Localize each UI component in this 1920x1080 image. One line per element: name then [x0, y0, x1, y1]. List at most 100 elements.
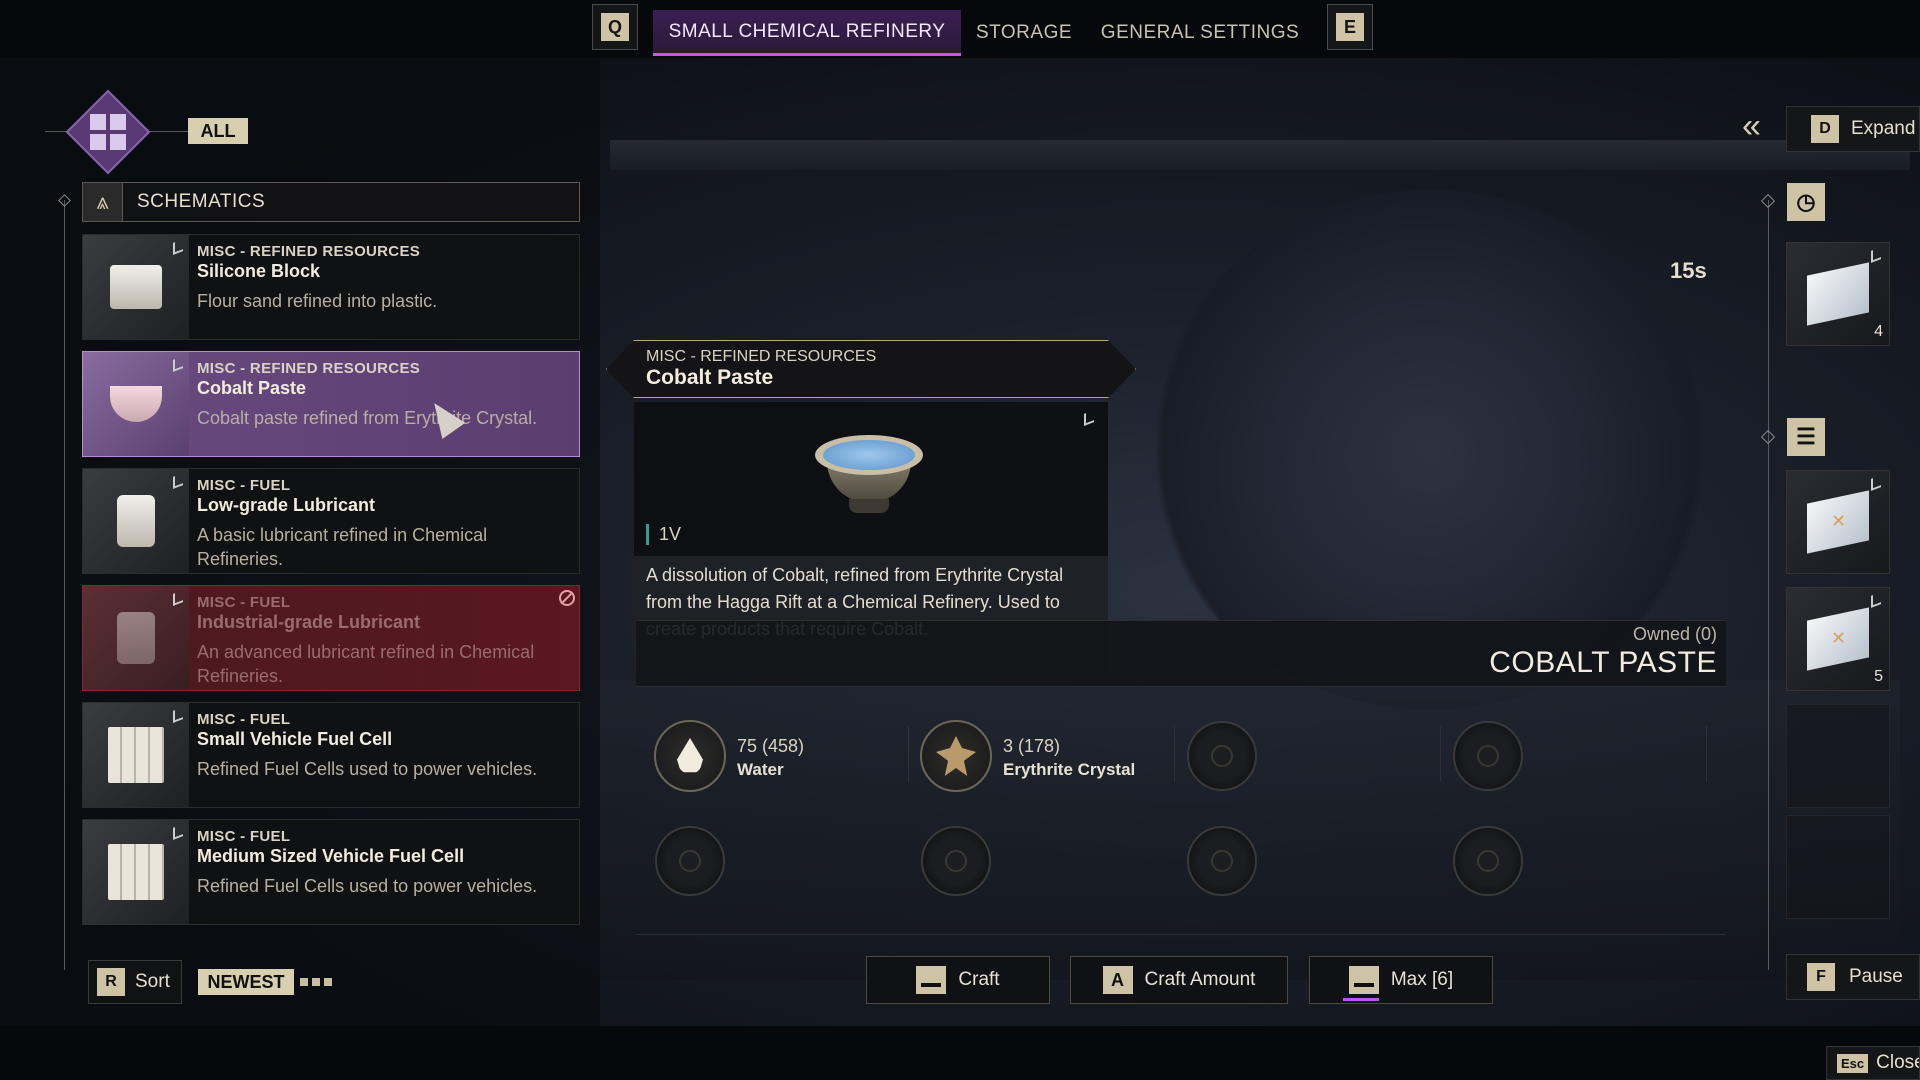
pin-icon [173, 590, 183, 606]
card-description: Cobalt paste refined from Erythrite Crys… [197, 408, 538, 428]
cobalt-paste-bowl-icon [815, 435, 923, 519]
schematic-card-cobalt-paste[interactable]: MISC - REFINED RESOURCES Cobalt Paste Co… [82, 351, 580, 457]
jar-icon [83, 469, 189, 573]
schematic-card-low-grade-lubricant[interactable]: MISC - FUEL Low-grade Lubricant A basic … [82, 468, 580, 574]
grid-icon [90, 114, 126, 150]
empty-ingredient-slot [1453, 826, 1523, 896]
empty-ingredient-slot [1187, 721, 1257, 791]
schematic-card-small-vehicle-fuel-cell[interactable]: MISC - FUEL Small Vehicle Fuel Cell Refi… [82, 702, 580, 808]
block-icon [83, 235, 189, 339]
schematic-card-silicone-block[interactable]: MISC - REFINED RESOURCES Silicone Block … [82, 234, 580, 340]
output-slot[interactable] [1786, 470, 1890, 574]
detail-divider [636, 934, 1726, 935]
empty-ingredient-slot [1453, 721, 1523, 791]
queue-quantity: 4 [1874, 323, 1883, 340]
card-name: Cobalt Paste [197, 378, 307, 398]
silicone-cube-icon [1807, 262, 1869, 326]
tab-next-key-label: E [1336, 13, 1364, 41]
craft-amount-button[interactable]: A Craft Amount [1070, 956, 1288, 1004]
tooltip-volume: 1V [646, 524, 681, 545]
output-slot-empty[interactable] [1786, 704, 1890, 808]
tab-next-key[interactable]: E [1327, 4, 1373, 50]
card-description: A basic lubricant refined in Chemical Re… [197, 525, 488, 569]
empty-ingredient-slot [1187, 826, 1257, 896]
output-slot[interactable]: 5 [1786, 587, 1890, 691]
bowl-icon [83, 352, 189, 456]
card-name: Silicone Block [197, 261, 321, 281]
craft-amount-key: A [1102, 966, 1133, 994]
ingredient-name: Water [737, 760, 784, 779]
output-quantity: 5 [1874, 668, 1883, 685]
ingredient-name: Erythrite Crystal [1003, 760, 1136, 779]
card-category: MISC - FUEL [197, 477, 291, 494]
pin-icon [173, 824, 183, 840]
empty-ingredient-slot [921, 826, 991, 896]
crystal-icon [920, 720, 992, 792]
detail-divider [636, 686, 1726, 687]
pin-icon [1871, 247, 1881, 263]
slot-divider [908, 726, 909, 782]
product-name: COBALT PASTE [1489, 646, 1717, 679]
craft-timer: 15s [1670, 258, 1707, 283]
max-key-icon [1348, 966, 1379, 994]
crate-icon [1807, 490, 1869, 554]
pin-icon [173, 239, 183, 255]
scene-floor [600, 680, 1900, 980]
max-active-indicator [1343, 998, 1379, 1001]
card-description: Refined Fuel Cells used to power vehicle… [197, 876, 538, 896]
sort-label: Sort [135, 971, 170, 992]
close-key: Esc [1837, 1053, 1869, 1073]
slot-divider [1440, 726, 1441, 782]
bottom-bar [0, 1026, 1920, 1080]
slot-divider [1174, 726, 1175, 782]
card-category: MISC - FUEL [197, 594, 291, 611]
fuel-cell-icon [83, 820, 189, 924]
tab-prev-key[interactable]: Q [592, 4, 638, 50]
pin-icon [1871, 475, 1881, 491]
card-name: Small Vehicle Fuel Cell [197, 729, 393, 749]
card-name: Medium Sized Vehicle Fuel Cell [197, 846, 465, 866]
output-slot-empty[interactable] [1786, 815, 1890, 919]
craft-button[interactable]: Craft [866, 956, 1050, 1004]
expand-label: Expand [1851, 118, 1916, 139]
tab-general-settings[interactable]: GENERAL SETTINGS [1092, 10, 1308, 56]
compass-icon: ⩓ [83, 183, 123, 221]
output-list-icon: ☰ [1787, 418, 1825, 456]
card-name: Industrial-grade Lubricant [197, 612, 421, 632]
filter-all-badge[interactable]: ALL [188, 118, 248, 144]
pause-button[interactable]: F Pause [1786, 954, 1920, 1000]
expand-key: D [1811, 115, 1839, 143]
queue-guide-line [1768, 200, 1769, 970]
owned-count: Owned (0) [1632, 624, 1717, 644]
queue-slot[interactable]: 4 [1786, 242, 1890, 346]
ingredient-amount: 75 (458) [737, 736, 805, 756]
pin-icon [173, 473, 183, 489]
expand-button[interactable]: D Expand [1786, 106, 1920, 152]
schematic-card-industrial-grade-lubricant[interactable]: MISC - FUEL Industrial-grade Lubricant A… [82, 585, 580, 691]
barrels-icon [83, 586, 189, 690]
max-button[interactable]: Max [6] [1309, 956, 1493, 1004]
craft-label: Craft [958, 969, 1000, 990]
water-drop-icon [654, 720, 726, 792]
fuel-cell-icon [83, 703, 189, 807]
sort-value-badge[interactable]: NEWEST [198, 969, 294, 995]
scene-beam [610, 140, 1910, 170]
max-label: Max [6] [1390, 969, 1454, 990]
pause-label: Pause [1849, 966, 1903, 987]
craft-amount-label: Craft Amount [1144, 969, 1256, 990]
tab-small-chemical-refinery[interactable]: SMALL CHEMICAL REFINERY [653, 10, 961, 56]
collapse-chevrons-icon[interactable]: « [1742, 109, 1774, 144]
card-description: Refined Fuel Cells used to power vehicle… [197, 759, 538, 779]
crate-icon [1807, 607, 1869, 671]
pause-key: F [1807, 963, 1835, 991]
sort-key: R [97, 968, 125, 996]
tab-storage[interactable]: STORAGE [968, 10, 1080, 56]
close-button[interactable]: Esc Close [1826, 1046, 1920, 1080]
card-category: MISC - FUEL [197, 711, 291, 728]
sort-button[interactable]: R Sort [88, 960, 182, 1004]
empty-ingredient-slot [655, 826, 725, 896]
schematic-card-medium-vehicle-fuel-cell[interactable]: MISC - FUEL Medium Sized Vehicle Fuel Ce… [82, 819, 580, 925]
tab-prev-key-label: Q [601, 13, 629, 41]
list-guide-line [64, 200, 65, 970]
card-category: MISC - FUEL [197, 828, 291, 845]
